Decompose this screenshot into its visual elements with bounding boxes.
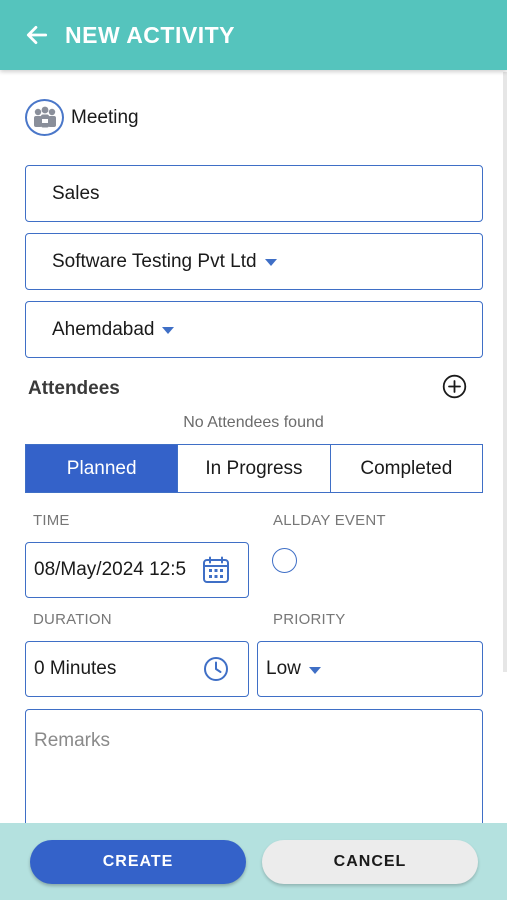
time-label: TIME <box>33 512 70 529</box>
priority-value: Low <box>266 658 301 679</box>
scrollbar[interactable] <box>503 72 507 672</box>
activity-type[interactable]: Meeting <box>25 99 139 136</box>
cancel-button[interactable]: CANCEL <box>262 840 478 884</box>
subject-value: Sales <box>52 182 100 204</box>
status-planned-tab[interactable]: Planned <box>26 445 178 492</box>
duration-value: 0 Minutes <box>34 658 117 679</box>
plus-circle-icon <box>442 374 467 399</box>
company-value: Software Testing Pvt Ltd <box>52 250 257 272</box>
no-attendees-text: No Attendees found <box>183 414 324 431</box>
activity-type-label: Meeting <box>71 106 139 128</box>
location-value: Ahemdabad <box>52 318 155 340</box>
clock-icon[interactable] <box>203 656 229 682</box>
company-select[interactable]: Software Testing Pvt Ltd <box>25 233 483 290</box>
allday-label: ALLDAY EVENT <box>273 512 386 529</box>
status-in-progress-tab[interactable]: In Progress <box>177 445 330 492</box>
chevron-down-icon <box>264 259 277 266</box>
status-segmented-control: Planned In Progress Completed <box>25 444 483 493</box>
allday-radio[interactable] <box>272 548 297 573</box>
calendar-icon[interactable] <box>202 556 230 584</box>
meeting-people-icon <box>25 99 64 136</box>
back-button[interactable] <box>14 12 60 58</box>
subject-field[interactable]: Sales <box>25 165 483 222</box>
chevron-down-icon <box>308 666 321 674</box>
chevron-down-icon <box>162 327 175 334</box>
priority-select[interactable]: Low <box>257 641 483 697</box>
location-select[interactable]: Ahemdabad <box>25 301 483 358</box>
arrow-left-icon <box>26 26 48 44</box>
page-title: NEW ACTIVITY <box>65 21 235 48</box>
app-bar: NEW ACTIVITY <box>0 0 507 70</box>
priority-label: PRIORITY <box>273 611 346 628</box>
create-button[interactable]: CREATE <box>30 840 246 884</box>
remarks-input[interactable] <box>34 730 474 810</box>
duration-label: DURATION <box>33 611 112 628</box>
status-completed-tab[interactable]: Completed <box>329 445 482 492</box>
add-attendee-button[interactable] <box>442 374 467 399</box>
time-value: 08/May/2024 12:5 <box>34 559 187 580</box>
attendees-heading: Attendees <box>28 378 120 399</box>
time-field[interactable]: 08/May/2024 12:5 <box>25 542 249 598</box>
duration-field[interactable]: 0 Minutes <box>25 641 249 697</box>
action-bar: CREATE CANCEL <box>0 823 507 900</box>
